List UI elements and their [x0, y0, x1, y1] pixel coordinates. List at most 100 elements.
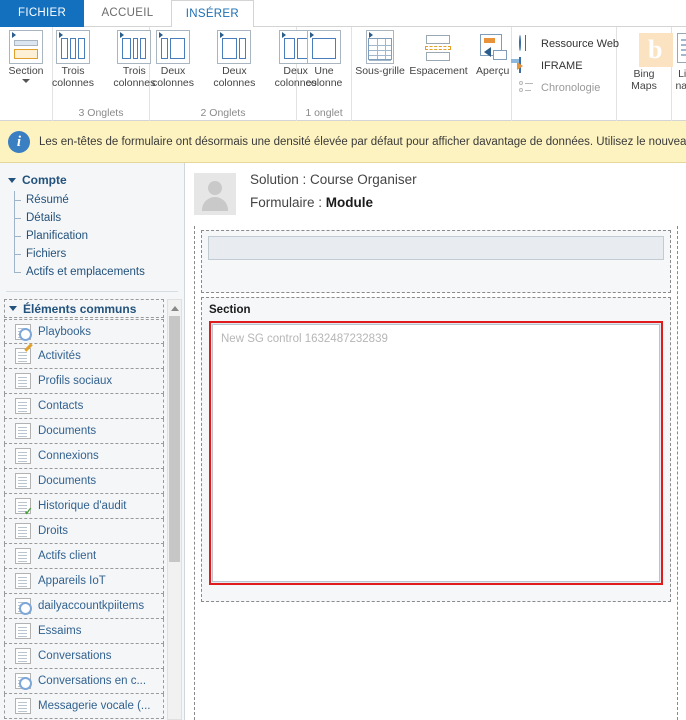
sg-control-placeholder: New SG control 1632487232839	[221, 333, 388, 345]
list-item[interactable]: dailyaccountkpiitems	[4, 594, 164, 619]
solution-name: Solution : Course Organiser	[250, 172, 417, 187]
iframe-item[interactable]: IFRAME	[518, 55, 619, 77]
entitlements-icon	[15, 523, 31, 539]
section-icon	[9, 30, 43, 64]
list-item[interactable]: Documents	[4, 469, 164, 494]
ribbon-group-1-onglet: Une colonne 1 onglet	[297, 27, 352, 121]
three-columns-equal-button[interactable]: Trois colonnes	[44, 30, 102, 89]
bing-maps-icon: b	[627, 29, 673, 67]
account-section: Compte Résumé Détails Planification Fich…	[0, 163, 184, 285]
list-item[interactable]: Connexions	[4, 444, 164, 469]
quick-view-button[interactable]: Aperçu	[471, 30, 515, 78]
iot-devices-icon	[15, 573, 31, 589]
form-header: Solution : Course Organiser Formulaire :…	[186, 163, 686, 215]
ribbon-group-navlink: Lien navig	[663, 27, 686, 121]
form-tab-region[interactable]	[201, 230, 671, 293]
list-item[interactable]: Messagerie vocale (...	[4, 694, 164, 719]
form-name: Module	[325, 195, 374, 210]
web-resource-item[interactable]: Ressource Web	[518, 33, 619, 55]
two-columns-wide-left-icon	[217, 30, 252, 64]
list-item[interactable]: Activités	[4, 344, 164, 369]
nav-item-details[interactable]: Détails	[14, 209, 184, 227]
form-section[interactable]: Section New SG control 1632487232839	[201, 297, 671, 602]
list-item[interactable]: Playbooks	[4, 319, 164, 344]
user-avatar-icon	[194, 173, 236, 215]
swarms-icon	[15, 623, 31, 639]
tab-accueil[interactable]: ACCUEIL	[87, 0, 167, 27]
nav-item-actifs-emplacements[interactable]: Actifs et emplacements	[14, 263, 184, 281]
account-section-title: Compte	[22, 173, 67, 187]
list-item[interactable]: Historique d'audit	[4, 494, 164, 519]
common-elements-section: Éléments communs Playbooks Activités Pro…	[0, 299, 184, 720]
ongoing-conversations-icon	[15, 673, 32, 690]
tab-inserer[interactable]: INSÉRER	[170, 0, 254, 28]
globe-icon	[518, 35, 536, 52]
ribbon-tabbar: FICHIER ACCUEIL INSÉRER	[0, 0, 686, 28]
account-section-header[interactable]: Compte	[0, 171, 184, 191]
iframe-icon	[518, 57, 536, 74]
ribbon: Section Trois colonnes Trois colonnes 3 …	[0, 27, 686, 121]
info-icon: i	[8, 130, 30, 153]
ribbon-group-2-onglets: Deux colonnes Deux colonnes Deux colonne…	[150, 27, 317, 121]
voicemail-icon	[15, 698, 31, 714]
navigation-link-icon	[671, 29, 686, 67]
common-elements-header[interactable]: Éléments communs	[4, 299, 164, 318]
timeline-icon	[518, 80, 536, 96]
nav-item-fichiers[interactable]: Fichiers	[14, 245, 184, 263]
two-columns-narrow-left-icon	[156, 30, 190, 64]
subgrid-icon	[363, 30, 397, 64]
ribbon-group-controls: Sous-grille Espacement Aperçu	[352, 27, 512, 121]
subgrid-button[interactable]: Sous-grille	[354, 30, 406, 78]
triangle-down-icon	[9, 306, 17, 311]
spacer-icon	[421, 30, 455, 64]
audit-history-icon	[15, 498, 33, 518]
list-item[interactable]: Appareils IoT	[4, 569, 164, 594]
tab-fichier[interactable]: FICHIER	[0, 0, 85, 27]
ribbon-group-3-onglets: Trois colonnes Trois colonnes 3 Onglets	[52, 27, 155, 121]
notification-text: Les en-têtes de formulaire ont désormais…	[39, 135, 686, 148]
sg-control[interactable]: New SG control 1632487232839	[212, 324, 660, 582]
navigation-link-button[interactable]: Lien navig	[663, 29, 686, 92]
list-item[interactable]: Profils sociaux	[4, 369, 164, 394]
sidebar-scrollbar[interactable]	[167, 299, 182, 720]
form-navigation-pane: Compte Résumé Détails Planification Fich…	[0, 163, 185, 720]
selected-control-wrapper[interactable]: New SG control 1632487232839	[209, 321, 663, 585]
playbook-icon	[15, 323, 32, 341]
list-item[interactable]: Essaims	[4, 619, 164, 644]
spacer-button[interactable]: Espacement	[409, 30, 468, 78]
divider	[6, 291, 178, 292]
two-columns-wide-left-button[interactable]: Deux colonnes	[205, 30, 263, 89]
triangle-down-icon	[8, 177, 16, 183]
documents-icon	[15, 423, 31, 439]
conversations-icon	[15, 648, 31, 664]
customer-assets-icon	[15, 548, 31, 564]
section-title: Section	[209, 304, 251, 316]
common-elements-list: Playbooks Activités Profils sociaux Cont…	[4, 319, 164, 720]
timeline-item: Chronologie	[518, 77, 619, 99]
one-column-button[interactable]: Une colonne	[295, 30, 353, 89]
scrollbar-thumb[interactable]	[169, 316, 180, 562]
list-item[interactable]: Conversations en c...	[4, 669, 164, 694]
form-canvas: Section New SG control 1632487232839	[194, 226, 678, 720]
nav-item-resume[interactable]: Résumé	[14, 191, 184, 209]
list-item[interactable]: Conversations	[4, 644, 164, 669]
list-item[interactable]: Documents	[4, 419, 164, 444]
scroll-up-arrow-icon[interactable]	[168, 301, 181, 315]
chevron-down-icon[interactable]	[22, 78, 30, 83]
quick-view-icon	[476, 30, 510, 64]
form-designer-pane: Solution : Course Organiser Formulaire :…	[186, 163, 686, 720]
form-label: Formulaire :	[250, 195, 326, 210]
activities-icon	[15, 348, 31, 364]
header-field-placeholder[interactable]	[208, 236, 664, 260]
nav-item-planification[interactable]: Planification	[14, 227, 184, 245]
list-item[interactable]: Actifs client	[4, 544, 164, 569]
ribbon-group-label: 1 onglet	[305, 107, 343, 119]
two-columns-narrow-left-button[interactable]: Deux colonnes	[144, 30, 202, 89]
list-item[interactable]: Droits	[4, 519, 164, 544]
daily-kpi-icon	[15, 598, 32, 615]
ribbon-group-label: 2 Onglets	[200, 107, 246, 119]
list-item[interactable]: Contacts	[4, 394, 164, 419]
connections-icon	[15, 448, 31, 464]
ribbon-group-label: 3 Onglets	[78, 107, 124, 119]
three-columns-equal-icon	[56, 30, 90, 64]
